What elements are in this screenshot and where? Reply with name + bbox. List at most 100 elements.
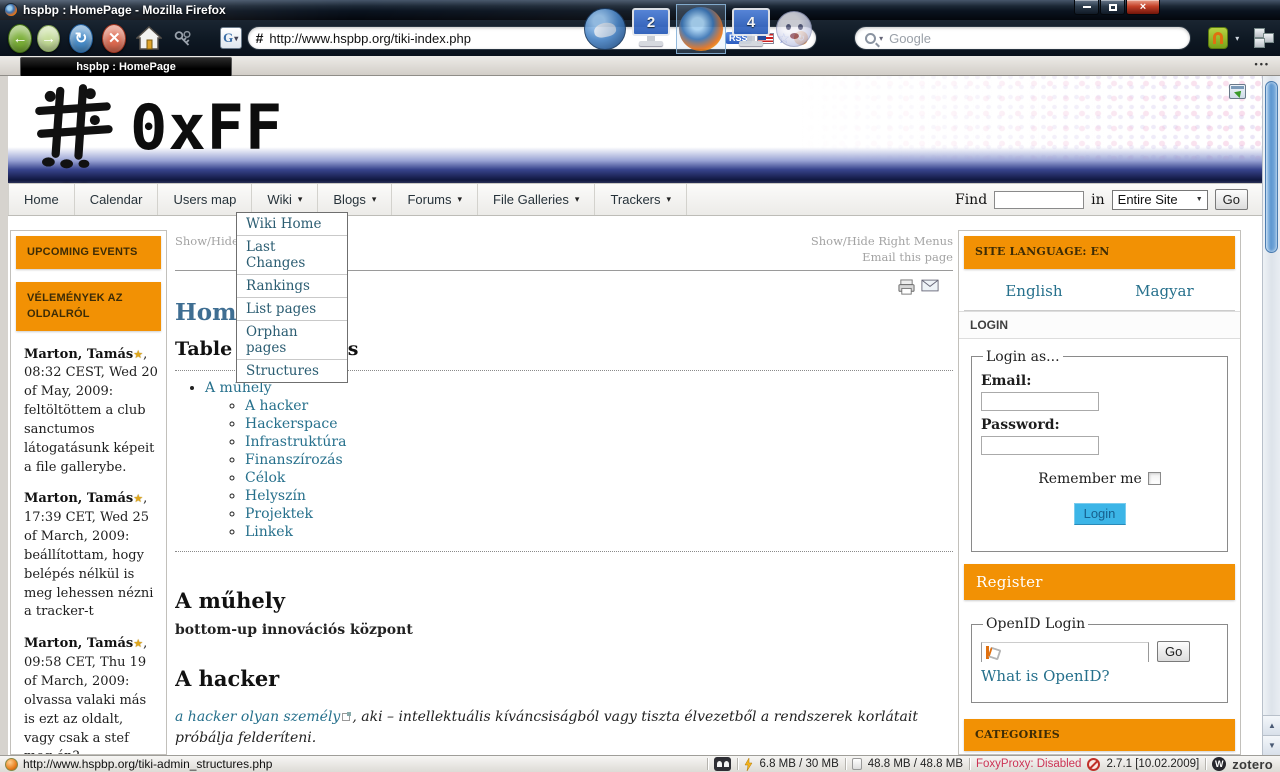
- menu-item-wiki-home[interactable]: Wiki Home: [237, 213, 347, 236]
- toc-link[interactable]: Infrastruktúra: [245, 434, 346, 450]
- toc-link[interactable]: Linkek: [245, 524, 293, 540]
- stop-button[interactable]: ✕: [102, 24, 126, 53]
- external-link[interactable]: a hacker olyan személy: [175, 709, 340, 725]
- workspace-2-icon[interactable]: 2: [632, 8, 670, 50]
- list-item: Projektek: [245, 506, 953, 522]
- list-item: Marton, Tamás★, 08:32 CEST, Wed 20 of Ma…: [24, 346, 158, 478]
- close-button[interactable]: ×: [1126, 0, 1160, 15]
- web-search-input[interactable]: [889, 31, 1180, 46]
- language-link-english[interactable]: English: [1005, 282, 1062, 300]
- toc-link[interactable]: Projektek: [245, 506, 313, 522]
- memory-usage-2: 48.8 MB / 48.8 MB: [868, 758, 963, 770]
- what-is-openid-link[interactable]: What is OpenID?: [981, 667, 1110, 685]
- workspace-2-badge: 2: [632, 8, 670, 36]
- chevron-down-icon[interactable]: ▾: [1235, 34, 1239, 43]
- thunderbird-icon[interactable]: [584, 8, 626, 50]
- menu-blogs[interactable]: Blogs: [318, 184, 392, 215]
- toc-link[interactable]: Hackerspace: [245, 416, 337, 432]
- toc-link[interactable]: A hacker: [245, 398, 308, 414]
- menu-item-orphan-pages[interactable]: Orphan pages: [237, 321, 347, 360]
- scroll-down-button[interactable]: ▼: [1263, 735, 1280, 755]
- register-header[interactable]: Register: [964, 564, 1235, 601]
- site-menu-bar: Home Calendar Users map Wiki Blogs Forum…: [8, 183, 1262, 216]
- password-field[interactable]: [981, 436, 1099, 455]
- post-body: , 09:58 CET, Thu 19 of March, 2009: olva…: [24, 636, 147, 755]
- remember-me-checkbox[interactable]: [1148, 472, 1161, 485]
- tab-overflow-button[interactable]: •••: [1255, 59, 1270, 69]
- workspace-4-icon[interactable]: 4: [732, 8, 770, 50]
- openid-input[interactable]: [982, 647, 1148, 665]
- find-input[interactable]: [994, 191, 1084, 209]
- reload-button[interactable]: ↻: [69, 24, 93, 53]
- login-button[interactable]: Login: [1074, 503, 1126, 525]
- menu-item-rankings[interactable]: Rankings: [237, 275, 347, 298]
- section-heading-hacker: A hacker: [175, 666, 953, 691]
- foxyproxy-icon[interactable]: [1208, 27, 1228, 49]
- divider: [969, 758, 970, 770]
- star-icon: ★: [133, 348, 143, 361]
- vertical-scrollbar[interactable]: ▲ ▼: [1262, 76, 1280, 755]
- wordpress-icon[interactable]: W: [1212, 757, 1226, 771]
- toc-link[interactable]: Finanszírozás: [245, 452, 343, 468]
- lightning-icon[interactable]: [744, 758, 753, 771]
- post-author-link[interactable]: Marton, Tamás: [24, 347, 133, 362]
- adblock-icon[interactable]: [714, 757, 731, 771]
- minimize-button[interactable]: [1074, 0, 1099, 15]
- zotero-button[interactable]: zotero: [1232, 757, 1273, 772]
- home-button[interactable]: [135, 24, 161, 53]
- status-bar: http://www.hspbp.org/tiki-admin_structur…: [0, 755, 1280, 772]
- back-button[interactable]: ←: [8, 24, 32, 53]
- language-link-magyar[interactable]: Magyar: [1135, 282, 1194, 300]
- extension-pages-icon[interactable]: [1252, 27, 1272, 49]
- search-box[interactable]: ▾: [854, 26, 1191, 50]
- forward-button[interactable]: →: [37, 25, 60, 52]
- menu-users-map[interactable]: Users map: [158, 184, 252, 215]
- scroll-up-button[interactable]: ▲: [1263, 715, 1280, 735]
- menu-trackers[interactable]: Trackers: [595, 184, 687, 215]
- list-item: Linkek: [245, 524, 953, 540]
- toc-link[interactable]: Helyszín: [245, 488, 306, 504]
- foxyproxy-disabled-icon[interactable]: [1087, 758, 1100, 771]
- menu-home[interactable]: Home: [8, 184, 75, 215]
- section-heading-muhely: A műhely: [175, 588, 953, 613]
- openid-go-button[interactable]: Go: [1157, 641, 1190, 662]
- email-this-page-link[interactable]: Email this page: [862, 250, 953, 264]
- search-icon: [865, 33, 876, 44]
- menu-forums[interactable]: Forums: [392, 184, 478, 215]
- find-label: Find: [955, 192, 987, 208]
- menu-wiki[interactable]: Wiki: [252, 184, 318, 215]
- print-icon[interactable]: [897, 279, 916, 297]
- find-go-button[interactable]: Go: [1215, 189, 1248, 210]
- home-icon: [136, 26, 162, 50]
- menu-file-galleries[interactable]: File Galleries: [478, 184, 595, 215]
- scrollbar-thumb[interactable]: [1265, 81, 1278, 253]
- firefox-selected-frame[interactable]: [676, 4, 726, 54]
- list-item: Helyszín: [245, 488, 953, 504]
- site-search: Find in Entire Site Go: [955, 184, 1262, 215]
- menu-item-structures[interactable]: Structures: [237, 360, 347, 382]
- menu-calendar[interactable]: Calendar: [75, 184, 159, 215]
- ghost-icon[interactable]: [776, 11, 812, 47]
- site-logo[interactable]: 0xFF: [32, 80, 283, 176]
- status-badge-icon: [5, 758, 18, 771]
- search-scope-select[interactable]: Entire Site: [1112, 190, 1208, 210]
- list-item: Célok: [245, 470, 953, 486]
- maximize-button[interactable]: [1100, 0, 1125, 15]
- logo-text: 0xFF: [130, 80, 283, 176]
- post-author-link[interactable]: Marton, Tamás: [24, 491, 133, 506]
- foxyproxy-status[interactable]: FoxyProxy: Disabled: [976, 758, 1081, 770]
- email-field[interactable]: [981, 392, 1099, 411]
- keys-icon[interactable]: [173, 30, 195, 47]
- g-dropdown-button[interactable]: G▾: [220, 27, 242, 49]
- show-hide-right-link[interactable]: Show/Hide Right Menus: [811, 234, 953, 248]
- tab-hspbp-homepage[interactable]: hspbp : HomePage: [20, 57, 232, 76]
- toc-link[interactable]: Célok: [245, 470, 285, 486]
- email-icon[interactable]: [921, 279, 939, 297]
- chevron-down-icon[interactable]: ▾: [879, 34, 883, 43]
- menu-item-last-changes[interactable]: Last Changes: [237, 236, 347, 275]
- detach-window-icon[interactable]: [1229, 84, 1246, 99]
- post-body: , 17:39 CET, Wed 25 of March, 2009: beál…: [24, 491, 153, 619]
- openid-form: OpenID Login GoWhat is OpenID?: [971, 613, 1228, 703]
- menu-item-list-pages[interactable]: List pages: [237, 298, 347, 321]
- post-author-link[interactable]: Marton, Tamás: [24, 636, 133, 651]
